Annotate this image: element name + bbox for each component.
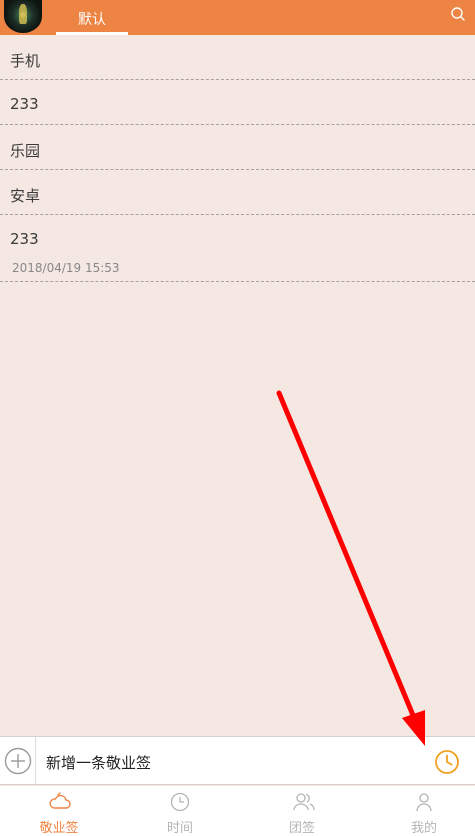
avatar[interactable]	[4, 0, 42, 33]
add-note-input[interactable]: 新增一条敬业签	[46, 752, 151, 773]
note-text: 手机	[10, 52, 41, 70]
tab-label: 团签	[288, 821, 315, 836]
app-header: 默认	[0, 0, 475, 35]
clock-icon[interactable]	[434, 749, 460, 775]
note-text: 233	[10, 95, 39, 113]
tab-label: 敬业签	[39, 821, 79, 836]
group-icon	[293, 793, 315, 811]
search-icon[interactable]	[450, 6, 466, 22]
add-button[interactable]	[0, 737, 36, 784]
bottom-tabbar: 敬业签 时间 团签 我的	[0, 786, 475, 836]
tab-label: 默认	[78, 12, 106, 28]
list-item[interactable]: 安卓	[0, 170, 475, 215]
list-item[interactable]: 233	[0, 80, 475, 125]
tab-mine[interactable]: 我的	[365, 786, 475, 836]
tab-label: 我的	[410, 821, 437, 836]
divider	[0, 281, 475, 282]
plus-circle-icon	[4, 747, 32, 775]
cloud-icon	[49, 792, 71, 809]
person-icon	[416, 793, 432, 812]
list-item[interactable]: 乐园	[0, 125, 475, 170]
note-date: 2018/04/19 15:53	[12, 261, 120, 275]
note-list: 手机 233 乐园 安卓 233 2018/04/19 15:53	[0, 35, 475, 282]
note-text: 233	[10, 230, 39, 248]
add-note-bar: 新增一条敬业签	[0, 736, 475, 785]
note-text: 安卓	[10, 187, 41, 205]
tab-label: 时间	[166, 821, 193, 836]
note-text: 乐园	[10, 142, 41, 160]
list-item[interactable]: 233 2018/04/19 15:53	[0, 215, 475, 282]
clock-icon	[170, 792, 190, 812]
tab-time[interactable]: 时间	[121, 786, 239, 836]
tab-group[interactable]: 团签	[243, 786, 361, 836]
tab-default[interactable]: 默认	[56, 0, 128, 35]
tab-jingyeqian[interactable]: 敬业签	[0, 786, 118, 836]
list-item[interactable]: 手机	[0, 35, 475, 80]
